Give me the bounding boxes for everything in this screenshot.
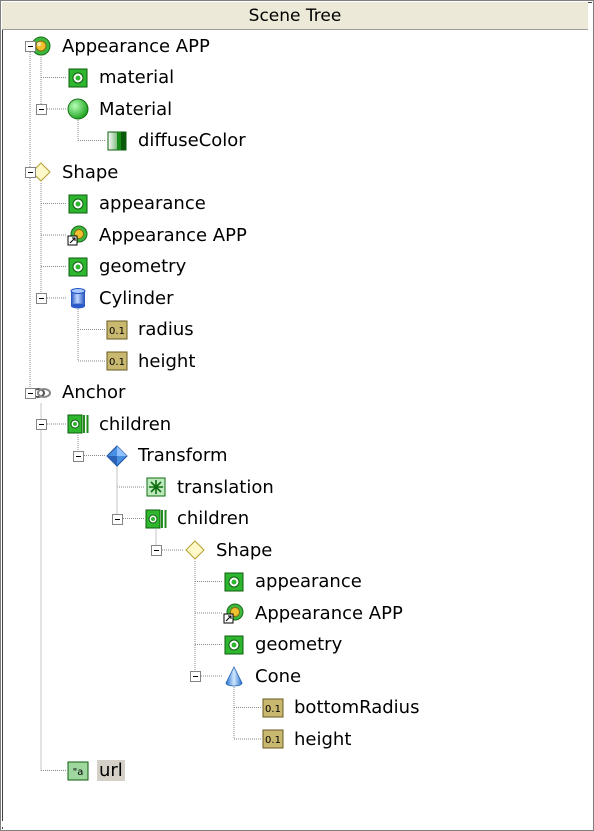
collapse-toggle[interactable]: [190, 671, 201, 682]
float-field-icon: 0.1: [106, 319, 128, 341]
cone-icon: [223, 665, 245, 687]
tree-node-label: bottomRadius: [294, 697, 420, 718]
tree-node-geometry[interactable]: geometry: [223, 632, 344, 658]
tree-node-label: appearance: [255, 571, 362, 592]
tree-node-label: radius: [138, 319, 194, 340]
tree-node-label: Cone: [255, 665, 302, 687]
tree-node-url[interactable]: "a url: [67, 758, 125, 784]
tree-node-label: Shape: [216, 539, 273, 561]
field-sfnode-icon: [223, 634, 245, 656]
tree-node-material[interactable]: Material: [67, 96, 174, 122]
shape-icon: [184, 539, 206, 561]
tree-node-appearance-app[interactable]: Appearance APP: [30, 33, 212, 59]
collapse-toggle[interactable]: [36, 104, 47, 115]
svg-text:"a: "a: [73, 767, 84, 778]
tree-node-height[interactable]: 0.1 height: [106, 348, 197, 374]
collapse-toggle[interactable]: [36, 419, 47, 430]
svg-text:0.1: 0.1: [265, 704, 281, 715]
tree-node-diffusecolor[interactable]: diffuseColor: [106, 128, 248, 154]
tree-node-label: Appearance APP: [99, 224, 247, 246]
float-field-icon: 0.1: [262, 728, 284, 750]
vector-field-icon: [145, 476, 167, 498]
tree-node-label: material: [99, 67, 175, 88]
appearance-use-icon: [223, 602, 245, 624]
tree-node-label: appearance: [99, 193, 206, 214]
tree-node-label: children: [99, 413, 172, 435]
tree-node-label: height: [294, 728, 352, 750]
tree-node-appearance-app[interactable]: Appearance APP: [67, 222, 249, 248]
tree-node-label: Shape: [62, 161, 119, 183]
material-icon: [67, 98, 89, 120]
tree-node-label: geometry: [99, 256, 187, 277]
color-field-icon: [106, 130, 128, 152]
tree-node-label: geometry: [255, 634, 343, 655]
cylinder-icon: [67, 287, 89, 309]
collapse-toggle[interactable]: [25, 41, 36, 52]
tree-node-bottomradius[interactable]: 0.1 bottomRadius: [262, 695, 421, 721]
panel-bottom-edge: [2, 821, 588, 827]
tree-node-height[interactable]: 0.1 height: [262, 726, 353, 752]
field-sfnode-icon: [67, 256, 89, 278]
field-mfnode-icon: [145, 508, 167, 530]
field-sfnode-icon: [67, 193, 89, 215]
field-sfnode-icon: [67, 67, 89, 89]
collapse-toggle[interactable]: [25, 167, 36, 178]
tree-node-children[interactable]: children: [67, 411, 173, 437]
field-mfnode-icon: [67, 413, 89, 435]
float-field-icon: 0.1: [262, 697, 284, 719]
tree-node-label: Cylinder: [99, 287, 174, 309]
tree-node-transform[interactable]: Transform: [106, 443, 230, 469]
transform-icon: [106, 444, 128, 467]
collapse-toggle[interactable]: [25, 387, 36, 399]
tree-node-shape[interactable]: Shape: [30, 159, 120, 185]
svg-text:0.1: 0.1: [109, 357, 125, 368]
tree-node-cylinder[interactable]: Cylinder: [67, 285, 176, 311]
tree-node-radius[interactable]: 0.1 radius: [106, 317, 196, 343]
tree-node-label: Appearance APP: [255, 602, 403, 624]
string-field-icon: "a: [67, 760, 89, 782]
tree-node-label: children: [177, 508, 250, 529]
svg-text:0.1: 0.1: [109, 326, 125, 337]
tree-node-material[interactable]: material: [67, 65, 176, 91]
tree-node-appearance[interactable]: appearance: [67, 191, 208, 217]
svg-text:0.1: 0.1: [265, 735, 281, 746]
tree-node-label: url: [97, 760, 125, 781]
tree-node-appearance-app[interactable]: Appearance APP: [223, 600, 405, 626]
tree-node-children[interactable]: children: [145, 506, 251, 532]
tree-node-shape[interactable]: Shape: [184, 537, 274, 563]
field-sfnode-icon: [223, 571, 245, 593]
tree-node-label: Transform: [138, 445, 228, 466]
tree-node-label: Appearance APP: [62, 35, 210, 57]
tree-node-anchor[interactable]: Anchor: [30, 380, 127, 406]
tree-node-label: diffuseColor: [138, 130, 246, 151]
float-field-icon: 0.1: [106, 350, 128, 372]
tree-node-geometry[interactable]: geometry: [67, 254, 188, 280]
collapse-toggle[interactable]: [151, 545, 162, 556]
tree-node-translation[interactable]: translation: [145, 474, 276, 500]
collapse-toggle[interactable]: [112, 513, 123, 525]
tree-node-label: height: [138, 350, 196, 372]
appearance-use-icon: [67, 224, 89, 246]
tree-node-label: Anchor: [62, 382, 126, 403]
tree-node-label: Material: [99, 98, 173, 120]
collapse-toggle[interactable]: [73, 450, 84, 462]
collapse-toggle[interactable]: [36, 293, 47, 304]
tree-node-cone[interactable]: Cone: [223, 663, 303, 689]
tree-node-label: translation: [177, 476, 274, 498]
tree-node-appearance[interactable]: appearance: [223, 569, 364, 595]
